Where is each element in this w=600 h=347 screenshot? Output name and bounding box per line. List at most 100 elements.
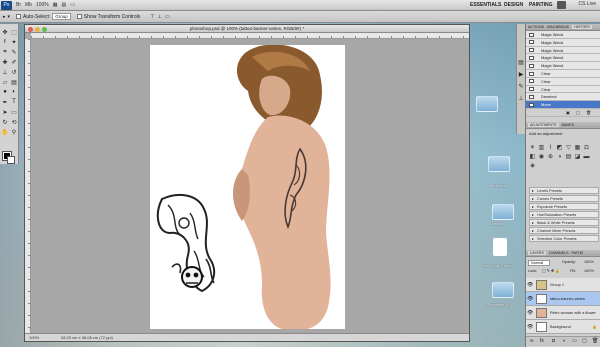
3d-rotate-tool-icon[interactable]: ↻ <box>1 118 9 126</box>
history-row[interactable]: Magic Wand <box>526 31 600 39</box>
history-row-selected[interactable]: Move <box>526 101 600 109</box>
auto-select-checkbox[interactable] <box>16 14 22 19</box>
tab-layers[interactable]: LAYERS <box>528 251 546 255</box>
screen-mode-icon[interactable]: ▭ <box>70 2 75 8</box>
new-group-icon[interactable]: ▭ <box>572 338 577 344</box>
shape-tool-icon[interactable]: ▭ <box>10 108 18 116</box>
preset-hue-saturation[interactable]: Hue/Saturation Presets <box>529 211 599 219</box>
align-middle-icon[interactable]: ⊥ <box>158 14 163 20</box>
levels-icon[interactable]: ▥ <box>538 144 545 151</box>
zoom-level-select[interactable]: 100% <box>36 2 49 8</box>
history-row[interactable]: Clear <box>526 85 600 94</box>
type-tool-icon[interactable]: T <box>10 98 18 106</box>
history-brush-tool-icon[interactable]: ↺ <box>10 68 18 76</box>
history-row[interactable]: Deselect <box>526 93 600 102</box>
channel-mixer-icon[interactable]: ⊕ <box>547 153 554 160</box>
history-row[interactable]: Clear <box>526 70 600 78</box>
folder-icon[interactable] <box>476 96 498 112</box>
tab-paths[interactable]: PATHS <box>572 251 583 255</box>
view-extras-icon[interactable]: ▦ <box>53 2 58 8</box>
image-file-icon[interactable] <box>493 238 507 256</box>
adjustment-layer-icon[interactable]: ◑ <box>562 338 565 344</box>
hand-tool-icon[interactable]: ✋ <box>1 128 9 136</box>
tab-history[interactable]: HISTORY <box>572 25 593 29</box>
lock-icons[interactable]: ▢ ✎ ✥ 🔒 <box>542 268 560 273</box>
align-bottom-icon[interactable]: ▭ <box>165 14 171 20</box>
brush-tool-icon[interactable]: ✐ <box>10 58 18 66</box>
tab-adjustments[interactable]: ADJUSTMENTS <box>528 123 559 127</box>
workspace-switcher-icon[interactable] <box>557 1 566 9</box>
clone-stamp-tool-icon[interactable]: ⊥ <box>1 68 9 76</box>
healing-brush-tool-icon[interactable]: ✚ <box>1 58 9 66</box>
folder-icon[interactable] <box>492 204 514 220</box>
new-document-icon[interactable]: ▢ <box>576 109 580 117</box>
workspace-design[interactable]: DESIGN <box>504 2 523 8</box>
lasso-tool-icon[interactable]: ℓ <box>1 38 9 46</box>
crop-tool-icon[interactable]: ⌗ <box>1 48 9 56</box>
dodge-tool-icon[interactable]: ◐ <box>10 88 18 96</box>
brush-panel-icon[interactable]: ✎ <box>517 82 525 90</box>
posterize-icon[interactable]: ▤ <box>565 153 572 160</box>
brightness-icon[interactable]: ☀ <box>529 144 536 151</box>
tab-mini-bridge[interactable]: MINI BRIDGE <box>547 25 569 29</box>
hue-saturation-icon[interactable]: ▦ <box>574 144 581 151</box>
canvas-area[interactable] <box>31 39 469 333</box>
trash-icon[interactable]: 🗑 <box>592 338 598 344</box>
pen-tool-icon[interactable]: ✒ <box>1 98 9 106</box>
tab-actions[interactable]: ACTIONS <box>528 25 544 29</box>
history-row[interactable]: Magic Wand <box>526 46 600 55</box>
status-zoom[interactable]: 100% <box>29 334 39 342</box>
preset-selective-color[interactable]: Selective Color Presets <box>529 235 599 243</box>
folder-icon[interactable] <box>492 282 514 298</box>
fill-value[interactable]: 100% <box>584 269 594 273</box>
visibility-eye-icon[interactable]: 👁 <box>527 324 533 330</box>
blend-mode-select[interactable]: Normal <box>528 260 551 266</box>
auto-select-control[interactable]: Auto-Select: Group <box>16 13 71 20</box>
tool-preset-picker[interactable]: ▸ ▾ <box>3 14 10 20</box>
path-selection-tool-icon[interactable]: ➤ <box>1 108 9 116</box>
preset-black-white[interactable]: Black & White Presets <box>529 219 599 227</box>
add-mask-icon[interactable]: ◘ <box>552 338 555 344</box>
history-row[interactable]: Magic Wand <box>526 54 600 63</box>
vibrance-icon[interactable]: ▽ <box>565 144 572 151</box>
history-row[interactable]: Magic Wand <box>526 62 600 70</box>
layer-row[interactable]: 👁 Retro woman with a flower <box>526 306 600 320</box>
trash-icon[interactable]: 🗑 <box>586 109 591 117</box>
black-white-icon[interactable]: ◧ <box>529 153 536 160</box>
document-canvas[interactable] <box>150 45 345 329</box>
layer-row[interactable]: 👁 Group 1 <box>526 278 600 292</box>
magic-wand-tool-icon[interactable]: ✦ <box>10 38 18 46</box>
exposure-icon[interactable]: ◩ <box>556 144 563 151</box>
align-buttons[interactable]: ⊤ ⊥ ▭ <box>150 14 170 20</box>
preset-levels[interactable]: Levels Presets <box>529 187 599 195</box>
minimize-window-button[interactable] <box>35 27 40 32</box>
folder-icon[interactable] <box>488 156 510 172</box>
history-row[interactable]: Clear <box>526 77 600 86</box>
transform-controls-control[interactable]: Show Transform Controls <box>76 14 140 20</box>
curves-icon[interactable]: ⌇ <box>547 144 554 151</box>
auto-select-target-select[interactable]: Group <box>52 13 71 20</box>
clone-source-panel-icon[interactable]: ⊥ <box>517 94 525 102</box>
3d-orbit-tool-icon[interactable]: ⟲ <box>10 118 18 126</box>
preset-channel-mixer[interactable]: Channel Mixer Presets <box>529 227 599 235</box>
layer-style-icon[interactable]: fx <box>540 338 544 344</box>
color-balance-icon[interactable]: ⚖ <box>583 144 590 151</box>
layer-row[interactable]: 👁 Background 🔒 <box>526 320 600 334</box>
eraser-tool-icon[interactable]: ▱ <box>1 78 9 86</box>
align-top-icon[interactable]: ⊤ <box>150 14 155 20</box>
history-row[interactable]: Magic Wand <box>526 38 600 47</box>
workspace-painting[interactable]: PAINTING <box>529 2 553 8</box>
threshold-icon[interactable]: ◪ <box>574 153 581 160</box>
actions-panel-icon[interactable]: ▶ <box>517 70 525 78</box>
history-panel-icon[interactable]: ▤ <box>517 58 525 66</box>
cs-live-menu[interactable]: CS Live <box>578 1 596 7</box>
bridge-icon[interactable]: Br <box>16 2 21 8</box>
gradient-map-icon[interactable]: ▬ <box>583 153 590 160</box>
preset-curves[interactable]: Curves Presets <box>529 195 599 203</box>
visibility-eye-icon[interactable]: 👁 <box>527 296 533 302</box>
visibility-eye-icon[interactable]: 👁 <box>527 310 533 316</box>
link-layers-icon[interactable]: ∞ <box>530 338 534 344</box>
preset-exposure[interactable]: Exposure Presets <box>529 203 599 211</box>
marquee-tool-icon[interactable]: ⬚ <box>10 28 18 36</box>
new-snapshot-icon[interactable]: ▣ <box>566 109 570 117</box>
